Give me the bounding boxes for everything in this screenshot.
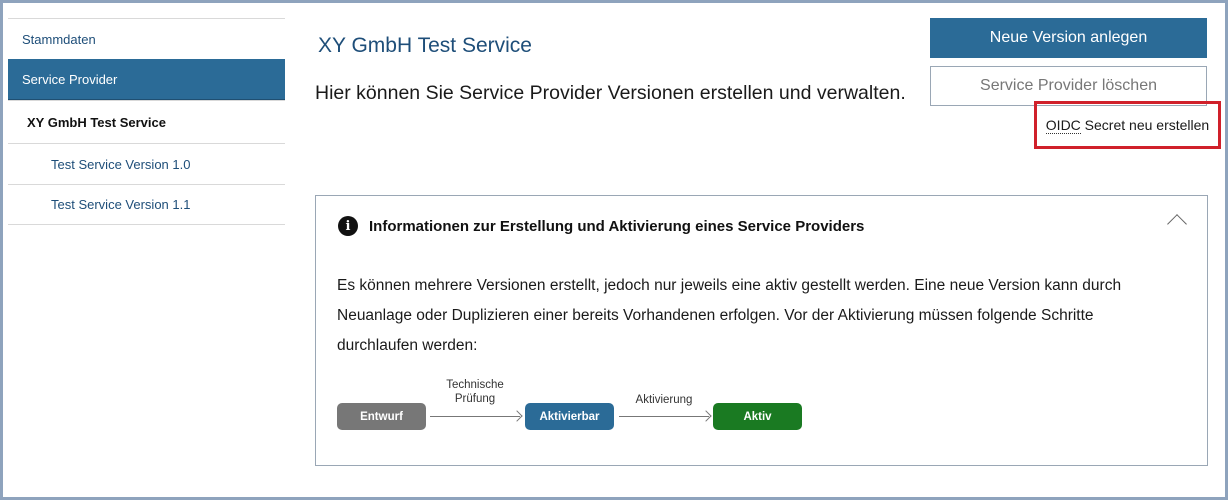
info-icon: i [338, 216, 358, 236]
info-panel: i Informationen zur Erstellung und Aktiv… [315, 195, 1208, 466]
sidebar-item-label: Test Service Version 1.1 [51, 197, 191, 212]
info-panel-text: Es können mehrere Versionen erstellt, je… [337, 277, 1122, 354]
sidebar-item-label: XY GmbH Test Service [27, 114, 166, 130]
info-panel-title: Informationen zur Erstellung und Aktivie… [369, 217, 865, 235]
info-panel-header[interactable]: i Informationen zur Erstellung und Aktiv… [338, 214, 1187, 238]
delete-service-provider-button[interactable]: Service Provider löschen [930, 66, 1207, 106]
page-subtitle: Hier können Sie Service Provider Version… [315, 82, 906, 104]
sidebar-item-stammdaten[interactable]: Stammdaten [8, 18, 285, 59]
new-version-button[interactable]: Neue Version anlegen [930, 18, 1207, 58]
chevron-up-icon[interactable] [1167, 214, 1187, 234]
sidebar-item-version-1-1[interactable]: Test Service Version 1.1 [8, 184, 285, 225]
flow-step-aktiv: Aktiv [713, 403, 802, 430]
sidebar: Stammdaten Service Provider XY GmbH Test… [8, 18, 285, 225]
sidebar-item-service-provider[interactable]: Service Provider [8, 59, 285, 100]
sidebar-item-version-1-0[interactable]: Test Service Version 1.0 [8, 143, 285, 184]
sidebar-item-label: Stammdaten [22, 31, 96, 47]
flow-transition-label: Technische Prüfung [446, 379, 504, 405]
sidebar-item-label: Service Provider [22, 72, 118, 87]
sidebar-item-label: Test Service Version 1.0 [51, 156, 191, 172]
oidc-link-text: Secret neu erstellen [1080, 117, 1210, 133]
flow-step-entwurf: Entwurf [337, 403, 426, 430]
flow-step-aktivierbar: Aktivierbar [525, 403, 614, 430]
regenerate-oidc-secret-link[interactable]: OIDC Secret neu erstellen [1045, 117, 1210, 134]
flow-arrow [619, 416, 709, 417]
oidc-abbreviation: OIDC [1045, 117, 1081, 134]
flow-transition-label: Aktivierung [635, 394, 693, 406]
version-flow-diagram: Entwurf Technische Prüfung Aktivierbar A… [337, 374, 817, 434]
flow-arrow [430, 416, 520, 417]
page-title: XY GmbH Test Service [318, 34, 532, 57]
oidc-secret-highlight: OIDC Secret neu erstellen [1034, 101, 1221, 149]
sidebar-item-xy-gmbh-test-service[interactable]: XY GmbH Test Service [8, 100, 285, 143]
